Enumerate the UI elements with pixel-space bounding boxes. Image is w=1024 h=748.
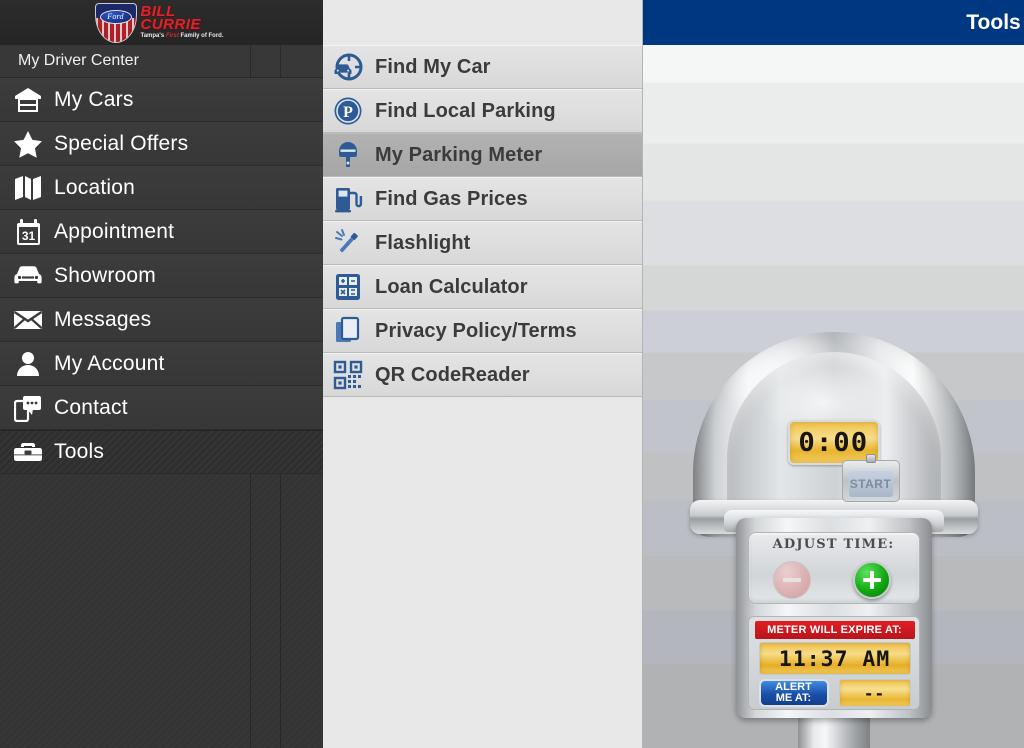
flashlight-icon (331, 226, 365, 260)
ford-shield-icon: Ford (94, 2, 137, 43)
alert-time-display[interactable]: -- (838, 679, 911, 707)
logo-tagline: Tampa's First Family of Ford. (140, 33, 224, 39)
minus-icon (782, 578, 801, 582)
logo-line-2: CURRIE (140, 16, 202, 33)
map-icon (10, 173, 46, 203)
decrease-time-button[interactable] (772, 561, 811, 599)
svg-text:31: 31 (21, 229, 35, 243)
ford-oval-label: Ford (107, 11, 124, 21)
documents-icon (331, 314, 365, 348)
sidebar-item-label: My Account (54, 352, 165, 375)
expire-time-display: 11:37 AM (758, 642, 911, 675)
sidebar-item-label: Location (54, 176, 135, 199)
tool-item-label: My Parking Meter (375, 143, 543, 166)
sidebar-item-label: Appointment (54, 220, 175, 243)
sidebar-item-showroom[interactable]: Showroom (0, 254, 323, 298)
sidebar-item-location[interactable]: Location (0, 166, 323, 210)
sidebar-item-special-offers[interactable]: Special Offers (0, 122, 323, 166)
sidebar-item-label: Special Offers (54, 132, 189, 155)
adjust-time-panel: ADJUST TIME: (747, 532, 920, 604)
plus-icon (862, 571, 881, 589)
tool-item-find-gas-prices[interactable]: Find Gas Prices (323, 177, 642, 221)
tool-item-qr-code-reader[interactable]: QR CodeReader (323, 353, 642, 397)
start-button-label: START (849, 477, 892, 491)
toolbox-icon (10, 437, 46, 467)
tool-item-label: Find Local Parking (375, 99, 556, 122)
sidebar-item-appointment[interactable]: 31 Appointment (0, 210, 323, 254)
tool-item-label: QR CodeReader (375, 363, 530, 386)
calendar-icon: 31 (10, 217, 46, 247)
tool-item-label: Privacy Policy/Terms (375, 319, 577, 342)
sidebar-item-label: Showroom (54, 264, 156, 287)
sidebar-item-my-account[interactable]: My Account (0, 342, 323, 386)
alert-me-at-button[interactable]: ALERT ME AT: (758, 679, 829, 707)
brand-logo[interactable]: Ford BILL CURRIE Tampa's First Family of… (0, 0, 323, 45)
start-button[interactable]: START (841, 454, 900, 502)
car-locator-icon (331, 50, 365, 84)
sidebar-item-label: Contact (54, 396, 128, 419)
sidebar: Ford BILL CURRIE Tampa's First Family of… (0, 0, 323, 748)
alert-time-value: -- (863, 683, 886, 703)
parking-meter-icon (331, 138, 365, 172)
tool-item-label: Flashlight (375, 231, 471, 254)
tool-item-label: Loan Calculator (375, 275, 528, 298)
page-title: Tools (966, 10, 1021, 34)
tool-item-privacy-policy-terms[interactable]: Privacy Policy/Terms (323, 309, 642, 353)
app-root: Ford BILL CURRIE Tampa's First Family of… (0, 0, 1024, 748)
car-icon (10, 261, 46, 291)
increase-time-button[interactable] (852, 561, 891, 599)
star-icon (10, 129, 46, 159)
qr-code-icon (331, 358, 365, 392)
expire-banner: METER WILL EXPIRE AT: (754, 621, 915, 639)
person-icon (10, 349, 46, 379)
page-header: Tools (643, 0, 1024, 45)
envelope-icon (10, 305, 46, 335)
tool-item-my-parking-meter[interactable]: My Parking Meter (323, 133, 642, 177)
sidebar-item-label: My Cars (54, 88, 134, 111)
meter-timer-value: 0:00 (798, 427, 869, 458)
driver-center-title: My Driver Center (0, 45, 323, 78)
tool-item-label: Find Gas Prices (375, 187, 528, 210)
expire-time-value: 11:37 AM (778, 646, 891, 671)
chat-phone-icon (10, 393, 46, 423)
garage-icon (10, 85, 46, 115)
sidebar-item-my-cars[interactable]: My Cars (0, 78, 323, 122)
alert-button-line-2: ME AT: (775, 692, 812, 704)
start-knob-icon (865, 454, 876, 463)
tool-item-find-my-car[interactable]: Find My Car (323, 45, 642, 89)
tool-item-label: Find My Car (375, 55, 491, 78)
parking-p-icon: P (331, 94, 365, 128)
parking-meter-graphic: 0:00 START ADJUST TIME: METER WILL EXPIR… (684, 332, 984, 748)
meter-pole (797, 714, 870, 748)
sidebar-item-tools[interactable]: Tools (0, 430, 323, 474)
tool-item-find-local-parking[interactable]: P Find Local Parking (323, 89, 642, 133)
tool-item-loan-calculator[interactable]: Loan Calculator (323, 265, 642, 309)
expire-banner-label: METER WILL EXPIRE AT: (767, 624, 902, 636)
sidebar-item-label: Tools (54, 440, 105, 463)
sidebar-item-contact[interactable]: Contact (0, 386, 323, 430)
adjust-time-label: ADJUST TIME: (772, 537, 895, 552)
tools-list-panel: Find My Car P Find Local Parking My Park… (323, 0, 643, 748)
sidebar-item-messages[interactable]: Messages (0, 298, 323, 342)
parking-meter-view: Tools 0:00 START ADJUST TIME: METER WILL… (643, 0, 1024, 748)
svg-text:P: P (343, 104, 353, 121)
gas-pump-icon (331, 182, 365, 216)
meter-body: ADJUST TIME: METER WILL EXPIRE AT: 11:37… (735, 518, 932, 718)
sidebar-item-label: Messages (54, 308, 152, 331)
tool-item-flashlight[interactable]: Flashlight (323, 221, 642, 265)
calculator-icon (331, 270, 365, 304)
expiration-panel: METER WILL EXPIRE AT: 11:37 AM ALERT ME … (747, 616, 920, 710)
